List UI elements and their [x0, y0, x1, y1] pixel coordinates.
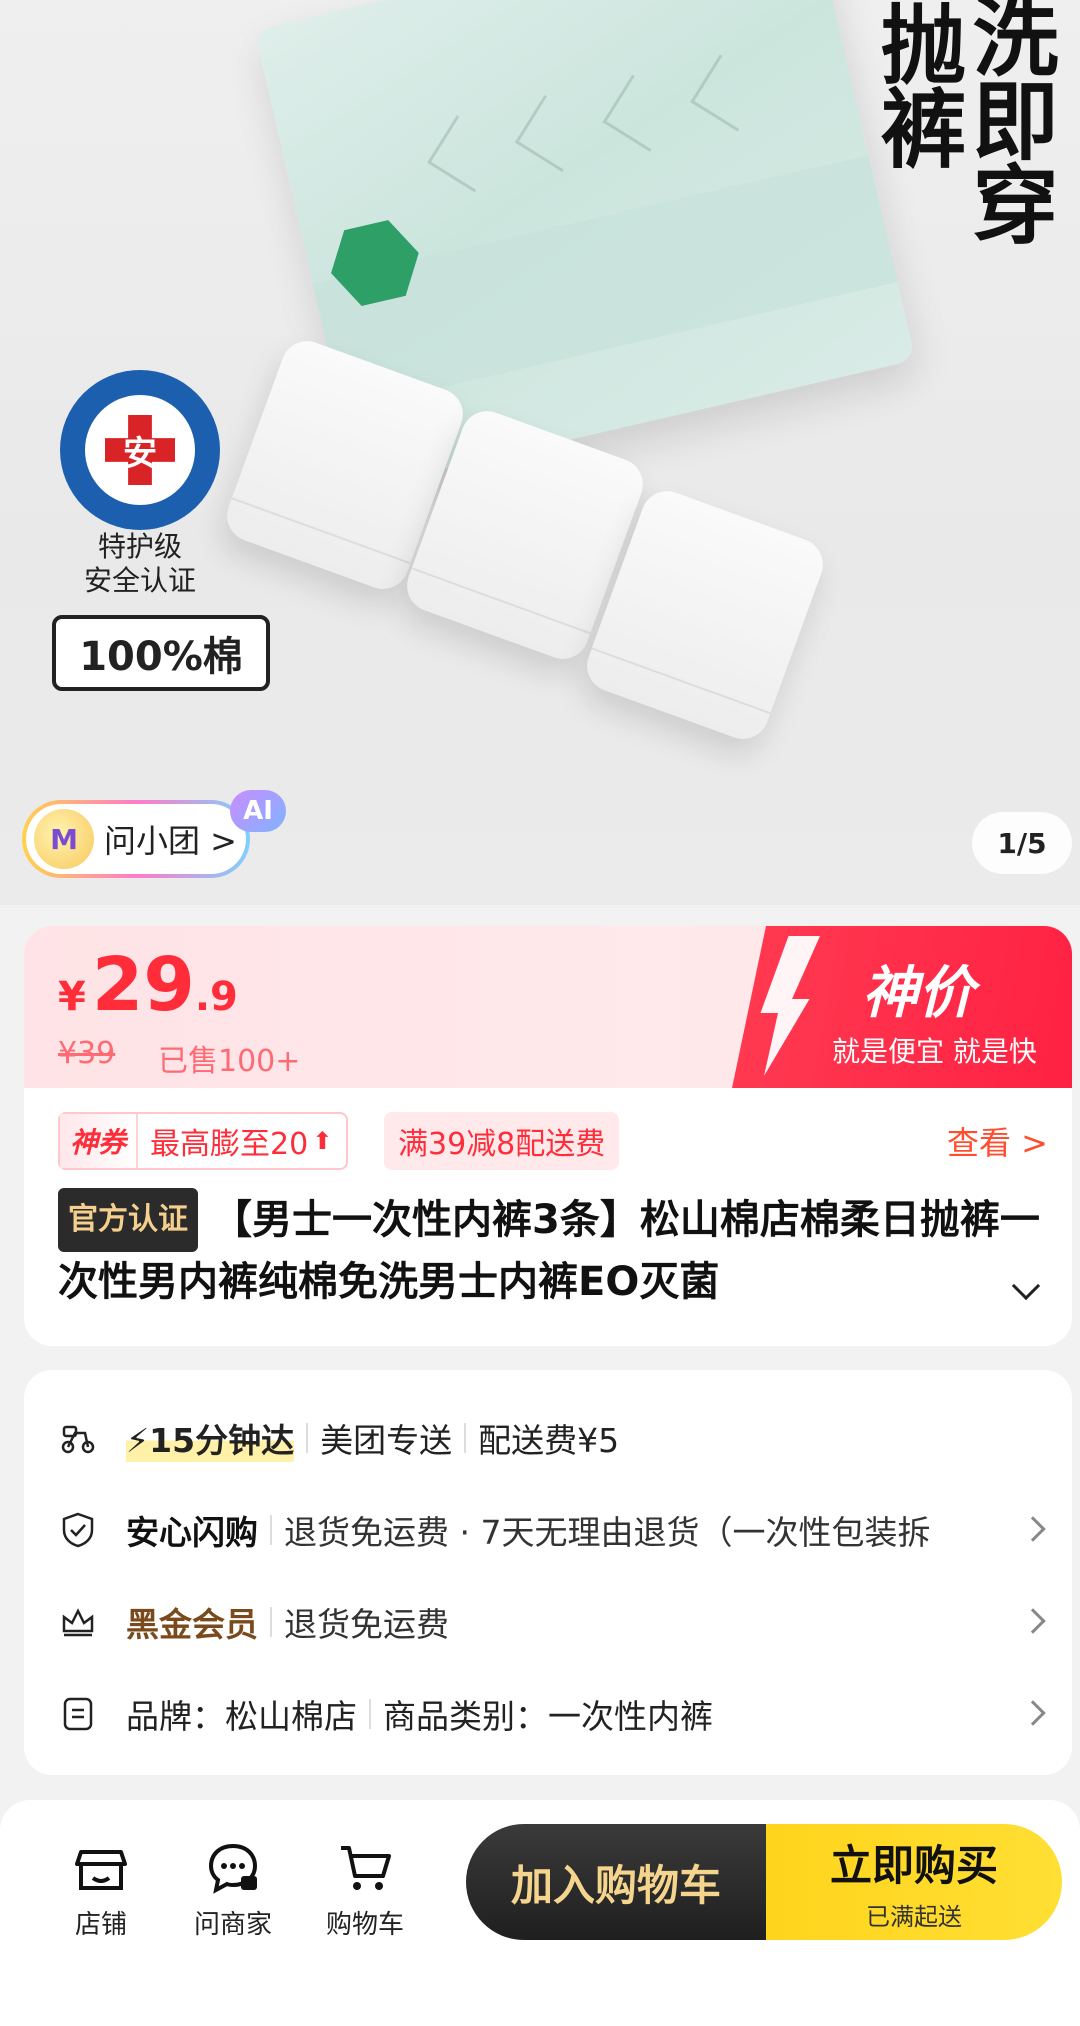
product-title-text: 【男士一次性内裤3条】松山棉店棉柔日抛裤一次性男内裤纯棉免洗男士内裤EO灭菌 — [58, 1197, 1040, 1305]
currency-symbol: ¥ — [58, 974, 86, 1020]
chevron-right-icon — [1020, 1516, 1046, 1542]
slogan-col-2: 抛裤 — [865, 0, 965, 168]
safety-cross-icon: 安 — [105, 415, 175, 485]
coupon-text: 最高膨至20 — [150, 1127, 309, 1162]
flash-icon: ⚡ — [126, 1421, 150, 1460]
deal-subtitle: 就是便宜 就是快 — [832, 1035, 1037, 1068]
current-price: ¥ 29 .9 — [58, 942, 238, 1028]
ask-merchant-label: 问商家 — [193, 1910, 272, 1940]
price-title-card: ¥ 29 .9 ¥39 已售100+ 神价 就是便宜 就是快 神券 最高膨至20… — [24, 926, 1072, 1346]
document-icon — [58, 1694, 98, 1734]
ai-assistant-button[interactable]: M 问小团 > — [22, 800, 250, 878]
price-decimal: .9 — [194, 974, 238, 1020]
price-banner: ¥ 29 .9 ¥39 已售100+ 神价 就是便宜 就是快 — [24, 926, 1072, 1088]
slogan-col-1: 洗即穿 — [957, 0, 1057, 244]
super-deal-banner: 神价 就是便宜 就是快 — [732, 926, 1072, 1088]
safe-purchase-title: 安心闪购 — [126, 1513, 258, 1552]
price-integer: 29 — [91, 942, 195, 1028]
certification-label: 特护级 安全认证 — [83, 530, 196, 597]
delivery-scooter-icon — [58, 1418, 98, 1458]
product-title-area: 官方认证 【男士一次性内裤3条】松山棉店棉柔日抛裤一次性男内裤纯棉免洗男士内裤EO… — [58, 1188, 1048, 1312]
buy-now-subtext: 已满起送 — [866, 1903, 962, 1931]
original-price: ¥39 — [58, 1036, 116, 1071]
super-coupon[interactable]: 神券 最高膨至20 ⬆ — [58, 1112, 349, 1170]
vip-member-row[interactable]: 黑金会员 退货免运费 — [58, 1592, 1048, 1652]
cotton-label: 100%棉 — [52, 615, 270, 691]
ai-assistant-label: 问小团 > — [104, 822, 237, 860]
deal-title: 神价 — [862, 961, 974, 1026]
cart-label: 购物车 — [325, 1910, 404, 1940]
safe-purchase-row[interactable]: 安心闪购 退货免运费 · 7天无理由退货（一次性包装拆 — [58, 1500, 1048, 1560]
coupon-tag: 神券 — [60, 1114, 139, 1168]
safe-purchase-detail: 退货免运费 · 7天无理由退货（一次性包装拆 — [284, 1513, 931, 1552]
service-info-card: ⚡15分钟达 美团专送 配送费¥5 安心闪购 退货免运费 · 7天无理由退货（一… — [24, 1370, 1072, 1775]
slogan-text: 洗即穿 抛裤 — [830, 0, 1057, 280]
delivery-discount-coupon[interactable]: 满39减8配送费 — [384, 1112, 620, 1170]
store-icon — [71, 1838, 131, 1898]
official-badge: 官方认证 — [58, 1188, 198, 1252]
ai-avatar-icon: M — [34, 809, 94, 869]
vip-member-title: 黑金会员 — [126, 1605, 258, 1644]
add-to-cart-button[interactable]: 加入购物车 — [466, 1824, 766, 1940]
delivery-service: 美团专送 — [320, 1421, 453, 1460]
buy-now-button[interactable]: 立即购买 已满起送 — [766, 1824, 1062, 1940]
purchase-actions: 加入购物车 立即购买 已满起送 — [466, 1824, 1062, 1940]
up-arrow-icon: ⬆ — [312, 1127, 333, 1155]
product-title: 官方认证 【男士一次性内裤3条】松山棉店棉柔日抛裤一次性男内裤纯棉免洗男士内裤EO… — [58, 1188, 1048, 1312]
delivery-fee: 配送费¥5 — [478, 1421, 620, 1460]
product-image-carousel[interactable]: 洗即穿 抛裤 安 特护级 安全认证 100%棉 M 问小团 > AI 1/5 — [0, 0, 1080, 905]
safety-certification-seal: 安 — [60, 370, 220, 530]
lightning-icon — [760, 936, 820, 1076]
ai-badge: AI — [230, 790, 286, 832]
delivery-speed: ⚡15分钟达 — [126, 1414, 295, 1462]
buy-now-label: 立即购买 — [829, 1841, 998, 1890]
bottom-action-bar: 店铺 问商家 购物车 加入购物车 立即购买 已满起送 — [0, 1800, 1080, 2026]
category-label: 商品类别：一次性内裤 — [383, 1697, 713, 1736]
see-coupons-link[interactable]: 查看 > — [947, 1112, 1048, 1170]
coupon-row: 神券 最高膨至20 ⬆ 满39减8配送费 查看 > — [58, 1112, 1048, 1170]
brand-info-row[interactable]: 品牌：松山棉店 商品类别：一次性内裤 — [58, 1684, 1048, 1744]
shopping-cart-icon — [335, 1838, 395, 1898]
brand-label: 品牌：松山棉店 — [126, 1697, 357, 1736]
image-page-indicator: 1/5 — [972, 812, 1072, 874]
delivery-row[interactable]: ⚡15分钟达 美团专送 配送费¥5 — [58, 1408, 1048, 1468]
chevron-right-icon — [1020, 1608, 1046, 1634]
chat-bubble-icon — [203, 1838, 263, 1898]
shop-button[interactable]: 店铺 — [46, 1838, 156, 1941]
vip-member-detail: 退货免运费 — [284, 1605, 449, 1644]
ask-merchant-button[interactable]: 问商家 — [178, 1838, 288, 1941]
cart-button[interactable]: 购物车 — [310, 1838, 420, 1941]
vip-crown-icon — [58, 1602, 98, 1642]
chevron-right-icon — [1020, 1700, 1046, 1726]
delivery-speed-text: 15分钟达 — [149, 1421, 295, 1460]
sold-count: 已售100+ — [158, 1044, 301, 1079]
shield-check-icon — [58, 1510, 98, 1550]
shop-label: 店铺 — [74, 1910, 127, 1940]
